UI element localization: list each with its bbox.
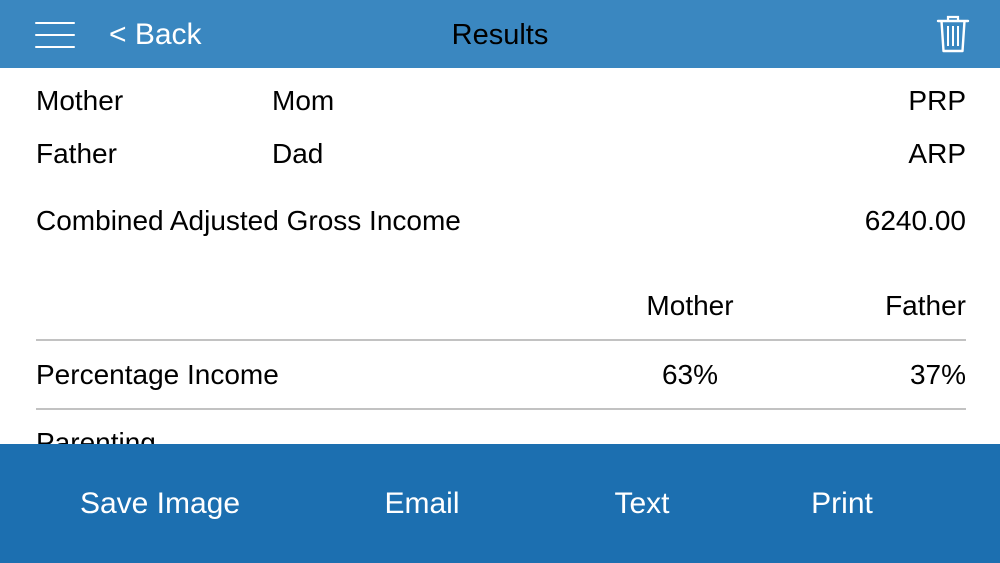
combined-income-label: Combined Adjusted Gross Income xyxy=(36,205,461,236)
save-image-button[interactable]: Save Image xyxy=(60,486,260,522)
print-button[interactable]: Print xyxy=(782,486,902,522)
action-toolbar: Save Image Email Text Print xyxy=(0,444,1000,563)
table-divider xyxy=(36,339,966,341)
text-button[interactable]: Text xyxy=(582,486,702,522)
results-content[interactable]: Mother Mom PRP Father Dad ARP Combined A… xyxy=(0,68,1000,444)
trash-icon[interactable] xyxy=(935,14,971,54)
page-title: Results xyxy=(451,19,549,51)
table-divider xyxy=(36,408,966,410)
email-button[interactable]: Email xyxy=(352,486,492,522)
father-role-label: Father xyxy=(36,138,117,169)
mother-code: PRP xyxy=(908,85,966,116)
mother-role-label: Mother xyxy=(36,85,124,116)
father-name: Dad xyxy=(272,138,324,169)
nav-bar: < Back Results xyxy=(0,0,1000,68)
column-header-mother: Mother xyxy=(646,290,734,321)
column-header-father: Father xyxy=(885,290,966,321)
father-code: ARP xyxy=(908,138,966,169)
mother-name: Mom xyxy=(272,85,335,116)
percentage-income-father: 37% xyxy=(909,359,966,390)
parenting-label: Parenting xyxy=(36,427,156,444)
percentage-income-mother: 63% xyxy=(661,359,719,390)
combined-income-value: 6240.00 xyxy=(864,205,966,236)
percentage-income-label: Percentage Income xyxy=(36,359,279,390)
